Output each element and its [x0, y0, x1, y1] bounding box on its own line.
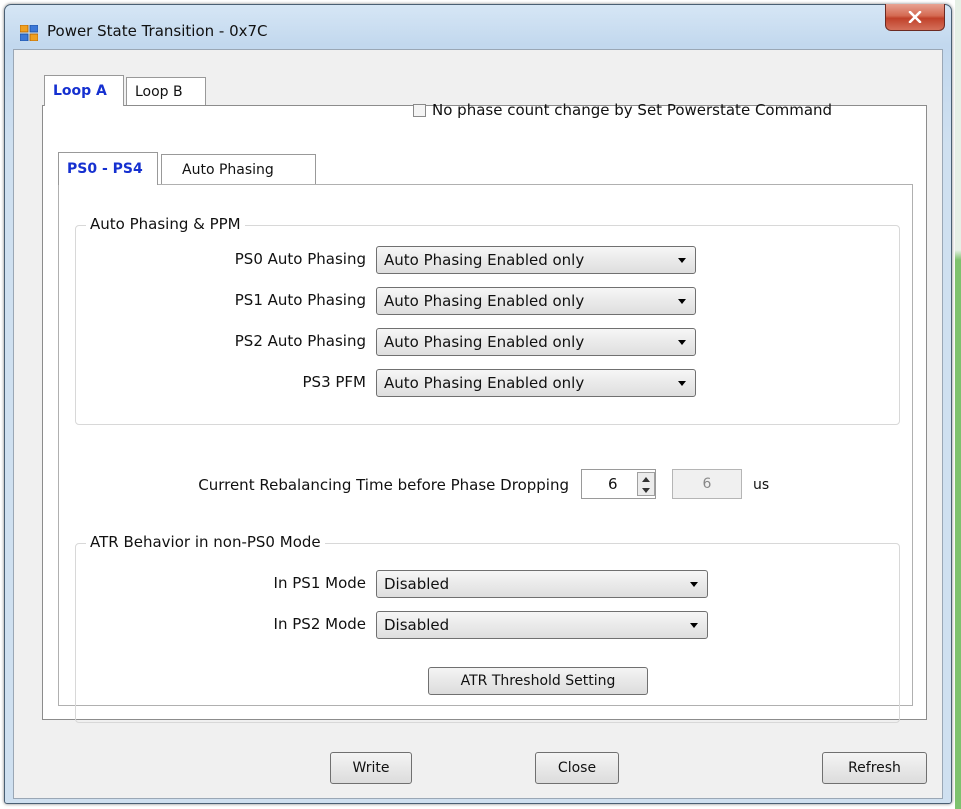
close-button[interactable]: Close [535, 752, 619, 784]
ps1-auto-phasing-value: Auto Phasing Enabled only [384, 292, 585, 310]
auto-phasing-group: Auto Phasing & PPM PS0 Auto Phasing Auto… [75, 215, 900, 425]
ps1-mode-select[interactable]: Disabled [376, 570, 708, 598]
rebalancing-readout: 6 [672, 469, 742, 499]
ps2-auto-phasing-value: Auto Phasing Enabled only [384, 333, 585, 351]
ps2-mode-label: In PS2 Mode [273, 615, 366, 633]
rebalancing-time-input[interactable]: 6 [581, 469, 656, 499]
rebalancing-unit: us [753, 477, 770, 493]
ps1-auto-phasing-label: PS1 Auto Phasing [234, 291, 366, 309]
chevron-down-icon [678, 340, 686, 345]
auto-phasing-group-title: Auto Phasing & PPM [86, 215, 245, 233]
close-icon [908, 11, 922, 23]
no-phase-count-row[interactable]: No phase count change by Set Powerstate … [413, 101, 832, 119]
chevron-down-icon [678, 381, 686, 386]
ps0-ps4-panel: Auto Phasing & PPM PS0 Auto Phasing Auto… [58, 184, 913, 723]
ps2-auto-phasing-select[interactable]: Auto Phasing Enabled only [376, 328, 696, 356]
ps2-mode-select[interactable]: Disabled [376, 611, 708, 639]
refresh-button[interactable]: Refresh [822, 752, 927, 784]
dialog-client-area: Loop A Loop B No phase count change by S… [13, 49, 943, 799]
atr-behavior-group: ATR Behavior in non-PS0 Mode In PS1 Mode… [75, 533, 900, 723]
app-icon [20, 25, 38, 41]
desktop-background [955, 0, 961, 809]
chevron-down-icon [690, 582, 698, 587]
no-phase-count-checkbox[interactable] [413, 103, 426, 117]
ps3-pfm-value: Auto Phasing Enabled only [384, 374, 585, 392]
ps2-mode-value: Disabled [384, 616, 450, 634]
ps1-auto-phasing-select[interactable]: Auto Phasing Enabled only [376, 287, 696, 315]
chevron-down-icon [690, 623, 698, 628]
ps1-mode-value: Disabled [384, 575, 450, 593]
chevron-down-icon [678, 299, 686, 304]
ps3-pfm-select[interactable]: Auto Phasing Enabled only [376, 369, 696, 397]
ps2-auto-phasing-label: PS2 Auto Phasing [234, 332, 366, 350]
window-close-button[interactable] [885, 4, 945, 31]
window-title: Power State Transition - 0x7C [47, 22, 268, 40]
rebalancing-label: Current Rebalancing Time before Phase Dr… [198, 476, 569, 494]
no-phase-count-label: No phase count change by Set Powerstate … [432, 101, 833, 119]
tab-loop-b[interactable]: Loop B [126, 77, 206, 105]
tab-ps0-ps4[interactable]: PS0 - PS4 [58, 152, 158, 185]
write-button[interactable]: Write [330, 752, 412, 784]
ps3-pfm-label: PS3 PFM [302, 373, 367, 391]
rebalancing-spinner[interactable] [637, 472, 655, 496]
ps0-auto-phasing-value: Auto Phasing Enabled only [384, 251, 585, 269]
ps0-auto-phasing-label: PS0 Auto Phasing [234, 250, 366, 268]
atr-behavior-group-title: ATR Behavior in non-PS0 Mode [86, 533, 325, 551]
ps0-auto-phasing-select[interactable]: Auto Phasing Enabled only [376, 246, 696, 274]
ps1-mode-label: In PS1 Mode [273, 574, 366, 592]
loop-a-panel: No phase count change by Set Powerstate … [42, 101, 927, 723]
chevron-down-icon [678, 258, 686, 263]
tab-auto-phasing[interactable]: Auto Phasing [161, 154, 316, 184]
rebalancing-time-value: 6 [608, 475, 618, 493]
spin-down-icon[interactable] [638, 484, 654, 496]
atr-threshold-setting-button[interactable]: ATR Threshold Setting [428, 667, 648, 695]
tab-loop-a[interactable]: Loop A [44, 75, 124, 106]
dialog-window: Power State Transition - 0x7C Loop A Loo… [4, 4, 952, 804]
